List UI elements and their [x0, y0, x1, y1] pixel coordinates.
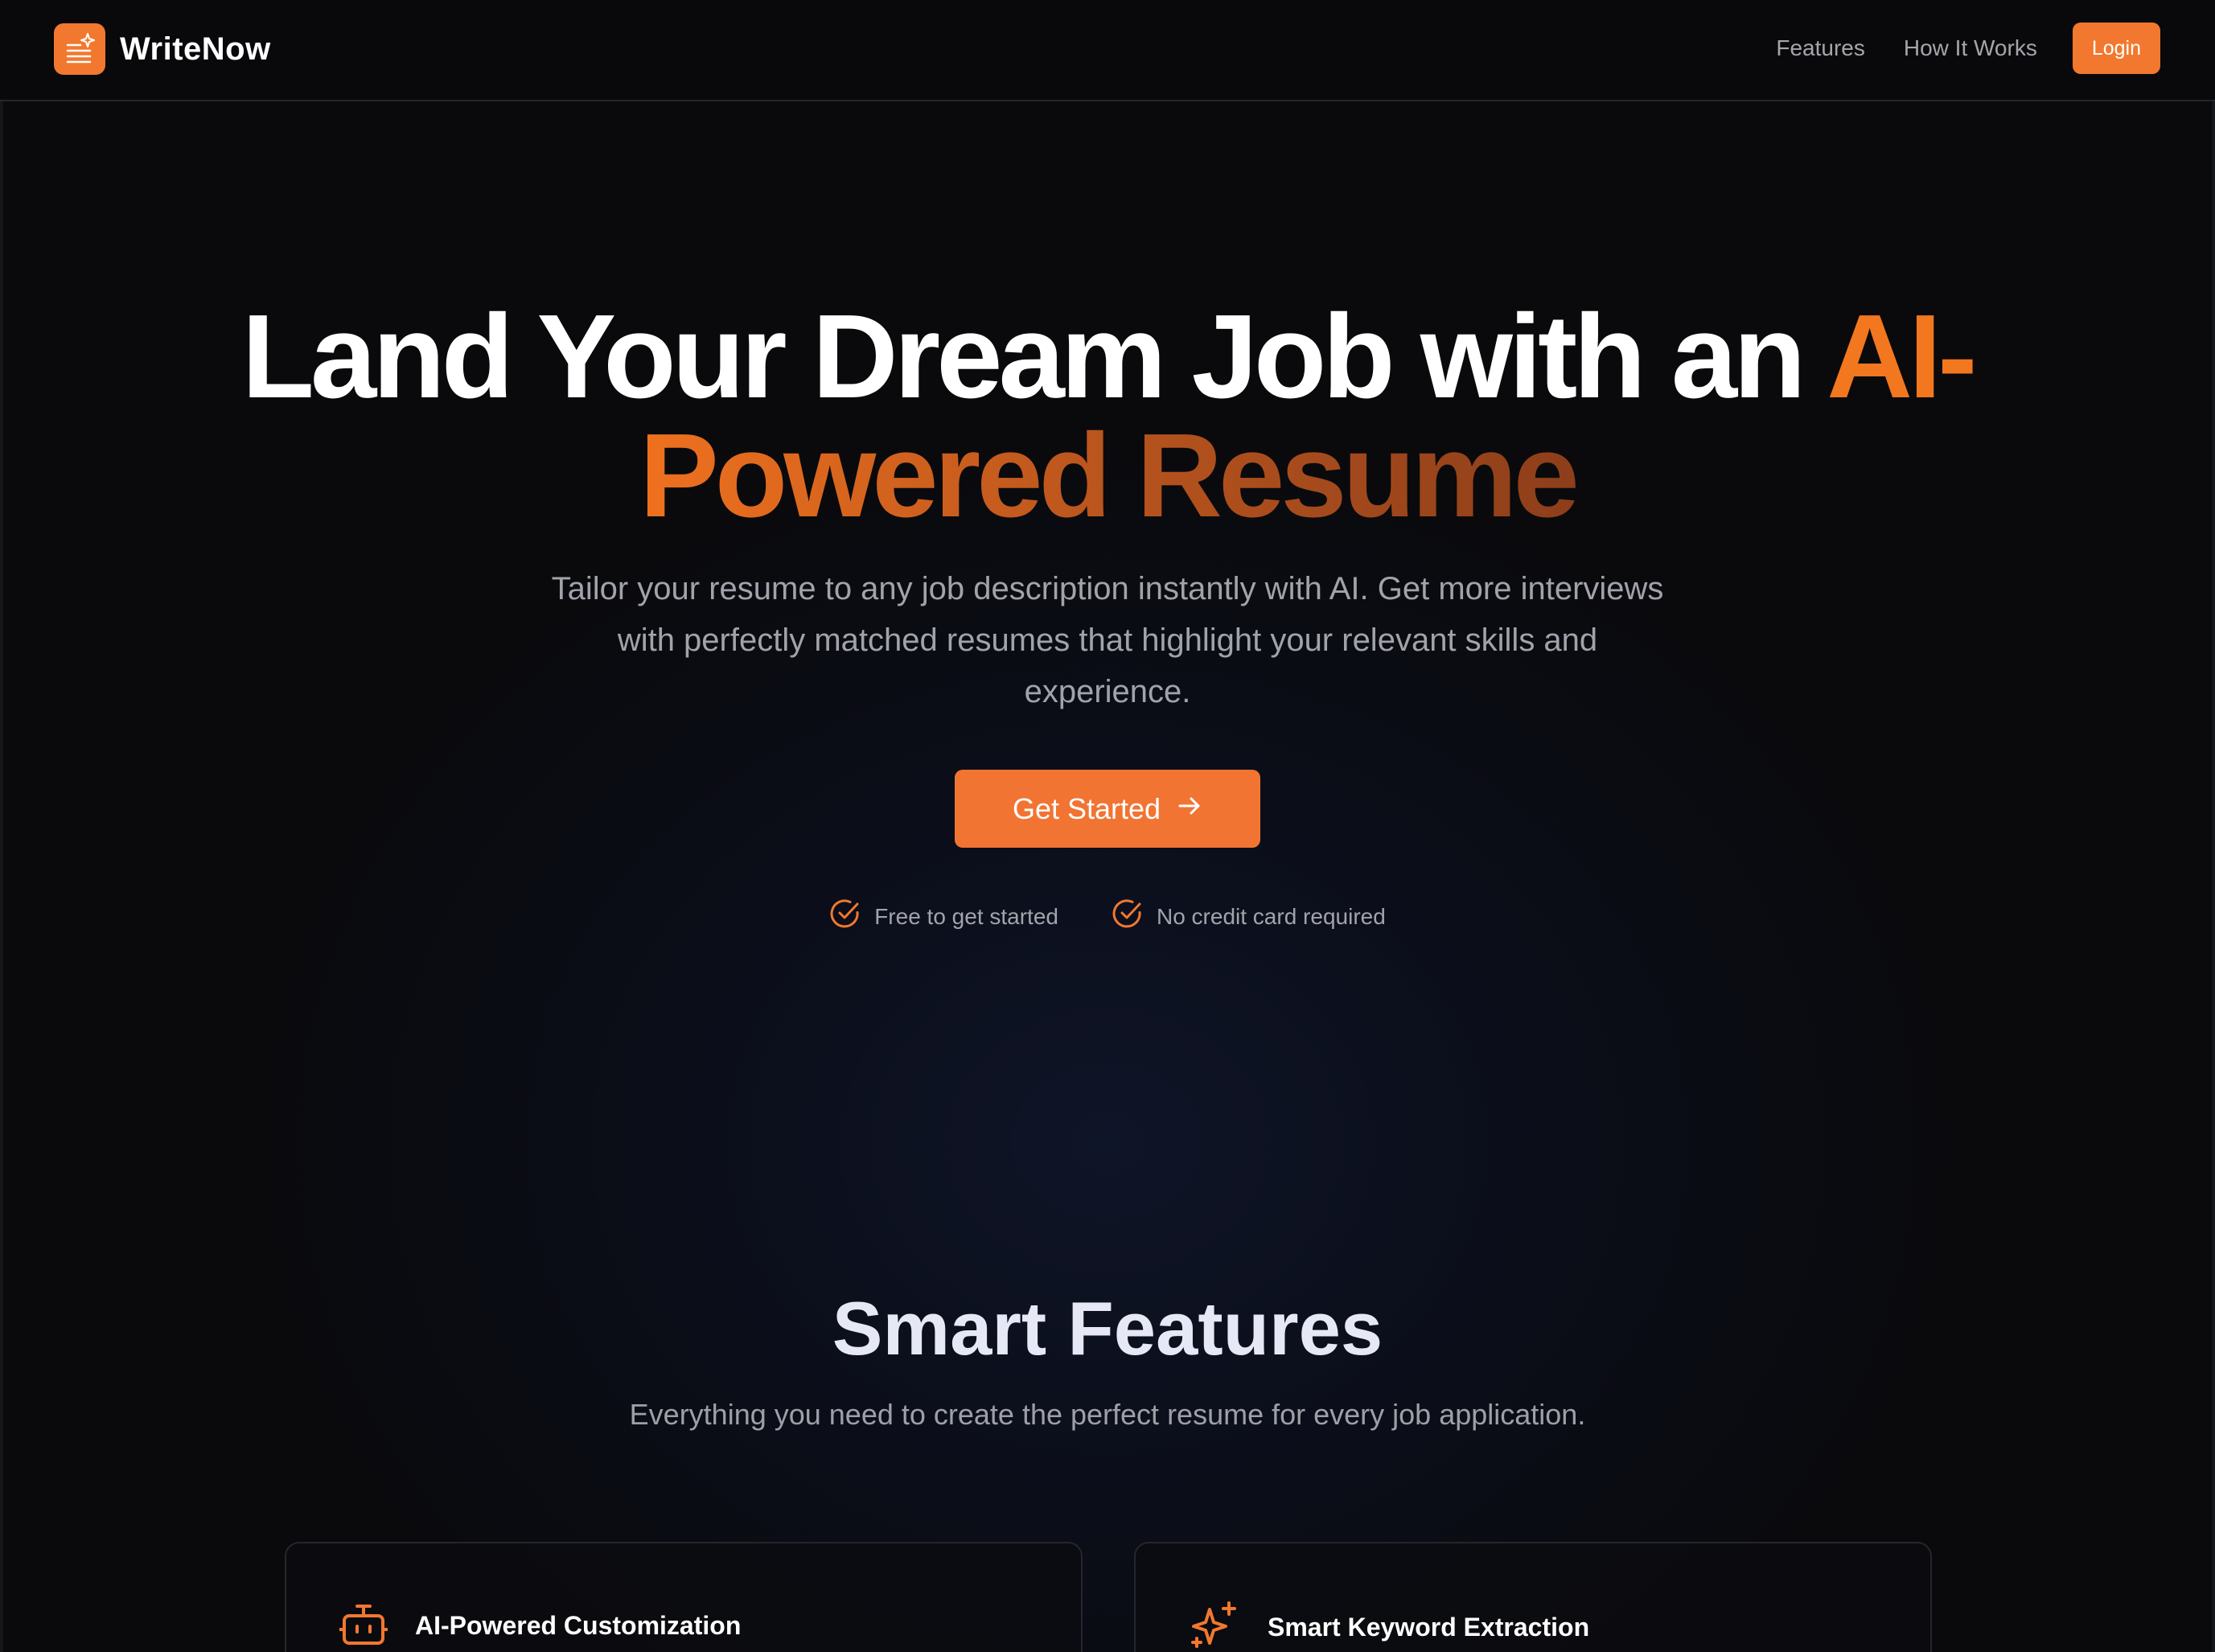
- hero-subtitle: Tailor your resume to any job descriptio…: [551, 571, 1664, 709]
- nav-menu: Features How It Works Login: [1776, 23, 2160, 74]
- feature-card-title: Smart Keyword Extraction: [1268, 1613, 1590, 1642]
- features-title: Smart Features: [832, 1286, 1383, 1371]
- nav-link-features[interactable]: Features: [1776, 35, 1865, 61]
- benefit-item: Free to get started: [829, 898, 1058, 935]
- hero-title-white: Land Your Dream Job with an: [241, 290, 1827, 423]
- hero-title-accent: AI-: [1827, 290, 1977, 423]
- benefit-item: No credit card required: [1112, 898, 1386, 935]
- feature-card-header: Smart Keyword Extraction: [1189, 1600, 1589, 1652]
- check-circle-icon: [1112, 898, 1144, 935]
- sparkles-icon: [1189, 1600, 1240, 1652]
- nav-link-how-it-works[interactable]: How It Works: [1904, 35, 2037, 61]
- top-navbar: WriteNow Features How It Works Login: [0, 0, 2215, 101]
- landing-page: WriteNow Features How It Works Login Lan…: [0, 0, 2215, 1652]
- brand-name: WriteNow: [120, 31, 271, 67]
- features-subtitle: Everything you need to create the perfec…: [629, 1398, 1586, 1431]
- hero-title-gradient: Powered Resume: [639, 409, 1580, 542]
- feature-card-header: AI-Powered Customization: [339, 1600, 741, 1652]
- feature-card-title: AI-Powered Customization: [415, 1611, 742, 1640]
- arrow-right-icon: [1177, 792, 1202, 826]
- get-started-label: Get Started: [1012, 791, 1161, 825]
- bot-icon: [339, 1600, 388, 1652]
- document-sparkle-icon: [54, 23, 105, 75]
- benefit-label: Free to get started: [874, 903, 1058, 929]
- feature-card-ai-customization: AI-Powered Customization: [285, 1542, 1083, 1652]
- benefit-label: No credit card required: [1156, 903, 1386, 929]
- feature-card-keyword-extraction: Smart Keyword Extraction: [1134, 1542, 1932, 1652]
- brand[interactable]: WriteNow: [54, 23, 271, 76]
- hero-title: Land Your Dream Job with an AI- Powered …: [0, 298, 2215, 536]
- check-circle-icon: [829, 898, 861, 935]
- get-started-button[interactable]: Get Started: [955, 770, 1260, 848]
- login-button[interactable]: Login: [2072, 23, 2160, 74]
- hero-benefits: Free to get started No credit card requi…: [0, 898, 2215, 935]
